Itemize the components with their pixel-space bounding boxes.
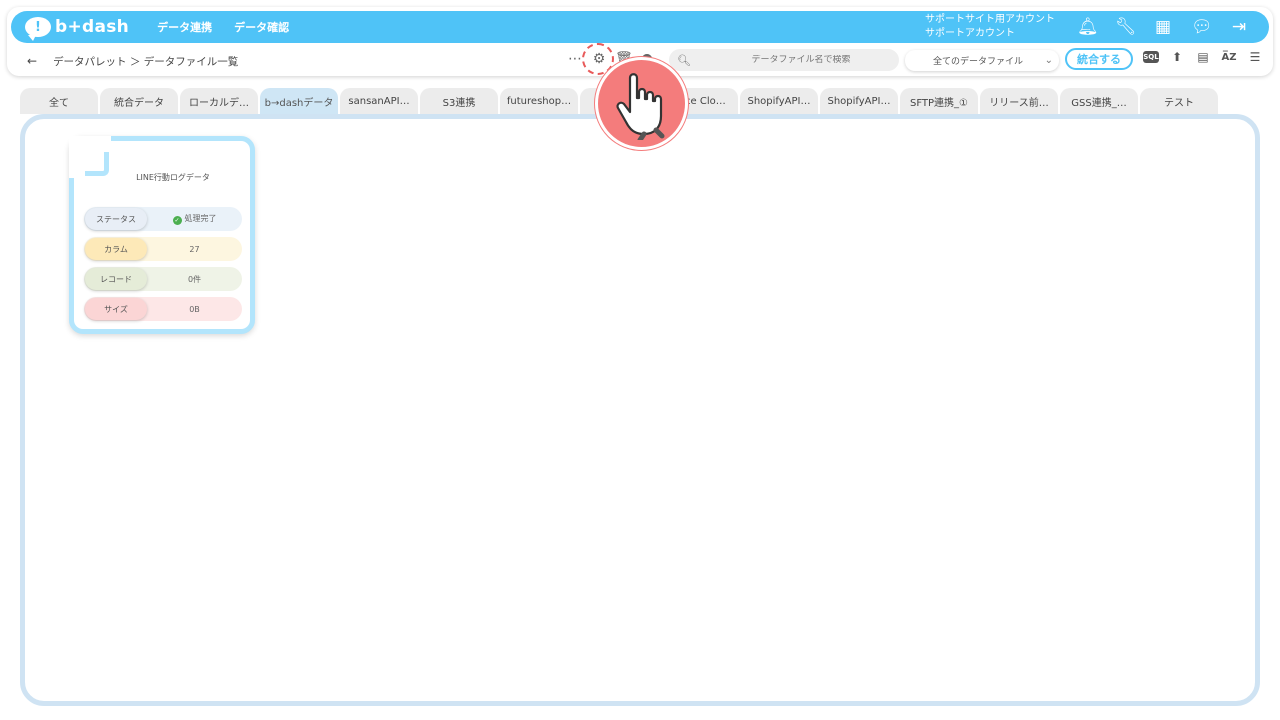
size-value: 0B: [189, 304, 200, 314]
status-value-wrap: ✓ 処理完了: [147, 213, 242, 225]
top-icons: 🔔︎ 🔧︎ ▦ 💬︎ ⇥: [1077, 17, 1249, 37]
status-row: ステータス ✓ 処理完了: [84, 207, 242, 231]
breadcrumb: データパレット ＞ データファイル一覧: [53, 55, 239, 68]
logo-bubble-icon: !: [25, 17, 51, 41]
merge-button[interactable]: 統合する: [1065, 48, 1133, 70]
tab-sansan-api[interactable]: sansanAPI…: [340, 88, 418, 114]
record-value: 0件: [187, 274, 202, 284]
chat-icon[interactable]: 💬︎: [1191, 17, 1213, 37]
pointer-hand-icon: [595, 57, 688, 150]
sql-icon[interactable]: SQL: [1143, 51, 1159, 63]
data-file-card[interactable]: LINE行動ログデータ ステータス ✓ 処理完了 カラム 27 レコード 0件 サ…: [69, 136, 255, 334]
tab-gss[interactable]: GSS連携_…: [1060, 88, 1138, 114]
list-view-icon[interactable]: ☰: [1247, 50, 1263, 64]
file-filter-select[interactable]: 全てのデータファイル ⌄: [905, 50, 1059, 71]
account-info[interactable]: サポートサイト用アカウント サポートアカウント: [925, 13, 1055, 41]
chevron-down-icon: ⌄: [1044, 55, 1053, 66]
nav-data-check[interactable]: データ確認: [234, 19, 289, 35]
top-nav: データ連携 データ確認: [157, 19, 289, 35]
back-arrow-icon[interactable]: ←: [27, 54, 37, 68]
apps-grid-icon[interactable]: ▦: [1153, 17, 1173, 37]
right-tools: SQL ⬆ ▤ A̅Z ☰: [1143, 50, 1263, 64]
connection-icon[interactable]: ⋯: [567, 51, 583, 67]
bell-icon[interactable]: 🔔︎: [1077, 17, 1099, 37]
search-input[interactable]: [710, 55, 891, 65]
tab-pre-release[interactable]: リリース前…: [980, 88, 1058, 114]
tab-shopify-api-1[interactable]: ShopifyAPI…: [740, 88, 818, 114]
wrench-icon[interactable]: 🔧︎: [1115, 17, 1137, 37]
size-label: サイズ: [85, 298, 147, 320]
status-label: ステータス: [85, 208, 147, 230]
nav-data-integration[interactable]: データ連携: [157, 19, 212, 35]
record-label: レコード: [85, 268, 147, 290]
sort-az-icon[interactable]: A̅Z: [1221, 52, 1237, 63]
tab-test[interactable]: テスト: [1140, 88, 1218, 114]
record-row: レコード 0件: [84, 267, 242, 291]
file-title: LINE行動ログデータ: [136, 173, 210, 182]
top-navigation-bar: ! b+dash データ連携 データ確認 サポートサイト用アカウント サポートア…: [11, 11, 1269, 43]
account-line1: サポートサイト用アカウント: [925, 14, 1055, 25]
search-icon: 🔍︎: [677, 53, 691, 67]
column-value: 27: [189, 244, 200, 254]
tab-bdash-data[interactable]: b→dashデータ: [260, 88, 338, 114]
upload-icon[interactable]: ⬆: [1169, 50, 1185, 64]
tab-futureshop[interactable]: futureshop…: [500, 88, 578, 114]
tab-all[interactable]: 全て: [20, 88, 98, 114]
size-row: サイズ 0B: [84, 297, 242, 321]
tab-s3[interactable]: S3連携: [420, 88, 498, 114]
status-value: 処理完了: [184, 214, 217, 223]
tab-local-data[interactable]: ローカルデ…: [180, 88, 258, 114]
file-filter-value: 全てのデータファイル: [933, 57, 1024, 67]
account-line2: サポートアカウント: [925, 28, 1015, 39]
file-stats: ステータス ✓ 処理完了 カラム 27 レコード 0件 サイズ 0B: [84, 207, 242, 327]
tab-shopify-api-2[interactable]: ShopifyAPI…: [820, 88, 898, 114]
table-icon[interactable]: ▤: [1195, 50, 1211, 64]
logo-text: b+dash: [55, 17, 130, 37]
search-box: 🔍︎: [669, 49, 899, 71]
check-circle-icon: ✓: [172, 216, 182, 225]
tab-merged-data[interactable]: 統合データ: [100, 88, 178, 114]
logout-icon[interactable]: ⇥: [1229, 17, 1249, 37]
logo[interactable]: ! b+dash: [25, 17, 130, 41]
tab-sftp[interactable]: SFTP連携_①: [900, 88, 978, 114]
column-label: カラム: [85, 238, 147, 260]
column-row: カラム 27: [84, 237, 242, 261]
